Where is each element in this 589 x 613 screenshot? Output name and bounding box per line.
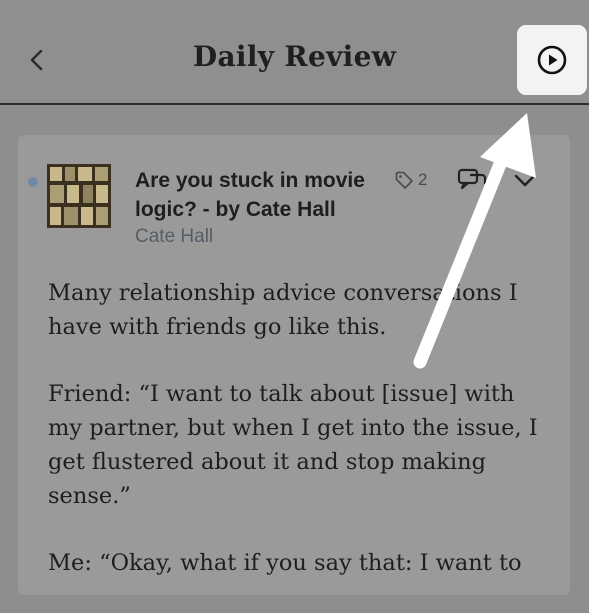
header-divider [0, 103, 589, 105]
tag-count: 2 [418, 170, 428, 189]
expand-button[interactable] [513, 172, 537, 195]
tag-icon [395, 171, 413, 189]
play-button[interactable] [517, 25, 587, 95]
tag-counter[interactable]: 2 [394, 170, 427, 190]
paragraph: Friend: “I want to talk about [issue] wi… [48, 381, 538, 509]
document-title[interactable]: Are you stuck in movie logic? - by Cate … [135, 166, 395, 224]
paragraph: Many relationship advice conversations I… [48, 280, 518, 340]
unread-indicator [28, 177, 38, 187]
document-thumbnail[interactable] [47, 164, 111, 228]
note-button[interactable] [456, 167, 488, 198]
comment-icon [457, 168, 487, 190]
document-author: Cate Hall [135, 226, 214, 247]
paragraph: Me: “Okay, what if you say that: I want … [48, 550, 522, 576]
highlight-text: Many relationship advice conversations I… [48, 276, 548, 613]
page-title: Daily Review [192, 40, 397, 73]
chevron-down-icon [514, 174, 536, 187]
play-circle-icon [537, 45, 567, 75]
